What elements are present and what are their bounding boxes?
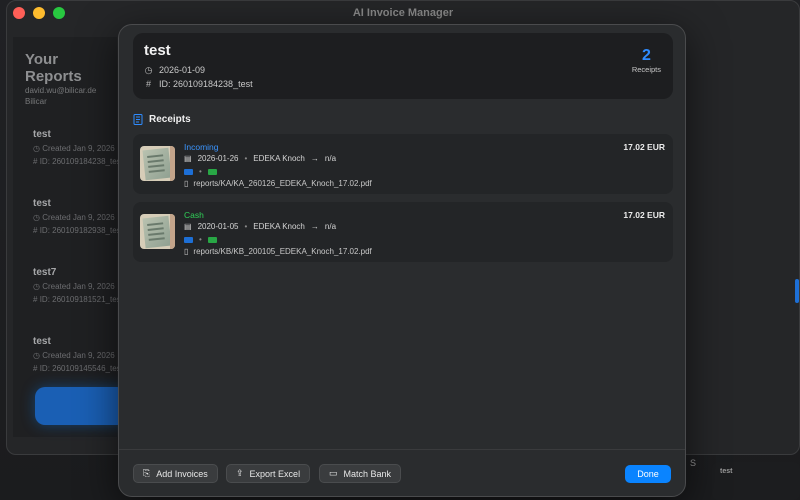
report-header: test ◷ 2026-01-09 # ID: 260109184238_tes…: [133, 33, 673, 99]
calendar-icon: ▤: [184, 222, 192, 231]
receipt-details: ▤ 2020-01-05 • EDEKA Knoch → n/a: [184, 222, 337, 231]
report-created: ◷ Created Jan 9, 2026: [33, 144, 115, 153]
sidebar-title: Your Reports: [25, 51, 82, 85]
report-id: # ID: 260109182938_test: [33, 226, 123, 235]
report-id: # ID: 260109184238_test: [145, 79, 253, 89]
clock-icon: ◷: [33, 351, 40, 360]
receipt-count-number: 2: [641, 47, 651, 64]
report-item[interactable]: test ◷ Created Jan 9, 2026 # ID: 2601091…: [33, 336, 123, 373]
background-accent: [795, 279, 799, 303]
cash-icon: [207, 236, 217, 243]
done-button[interactable]: Done: [625, 465, 671, 483]
report-name: test: [33, 198, 51, 209]
hash-icon: #: [145, 79, 151, 89]
cash-icon: [207, 168, 217, 175]
background-label: S: [690, 458, 697, 468]
card-icon: [184, 236, 193, 243]
document-icon: ▯: [184, 179, 189, 188]
receipt-thumbnail[interactable]: [140, 214, 175, 249]
add-invoices-button[interactable]: ⎘ Add Invoices: [133, 464, 218, 483]
arrow-right-icon: →: [310, 222, 319, 231]
receipt-amount: 17.02 EUR: [623, 142, 665, 152]
calendar-icon: ▤: [184, 154, 192, 163]
hash-icon: #: [33, 226, 38, 235]
report-item[interactable]: test ◷ Created Jan 9, 2026 # ID: 2601091…: [33, 129, 123, 166]
receipt-path: ▯ reports/KB/KB_200105_EDEKA_Knoch_17.02…: [184, 247, 372, 256]
sidebar-primary-button[interactable]: [35, 387, 127, 425]
background-card-title: test: [720, 468, 733, 475]
report-title: test: [144, 42, 171, 59]
share-icon: ⇪: [236, 468, 244, 478]
sidebar: Your Reports david.wu@bilicar.de Bilicar: [13, 37, 117, 437]
account-org: Bilicar: [25, 97, 47, 106]
clock-icon: ◷: [33, 282, 40, 291]
section-title: Receipts: [149, 114, 191, 125]
match-bank-button[interactable]: ▭ Match Bank: [319, 464, 402, 483]
account-email: david.wu@bilicar.de: [25, 86, 97, 95]
receipt-details: ▤ 2026-01-26 • EDEKA Knoch → n/a: [184, 154, 337, 163]
document-icon: ▯: [184, 247, 189, 256]
hash-icon: #: [33, 157, 38, 166]
report-detail-sheet: test ◷ 2026-01-09 # ID: 260109184238_tes…: [118, 24, 686, 497]
receipt-type: Incoming: [184, 142, 219, 152]
receipt-count-label: Receipts: [631, 65, 661, 74]
bank-card-icon: ▭: [329, 468, 338, 478]
export-excel-button[interactable]: ⇪ Export Excel: [226, 464, 311, 483]
window-title: AI Invoice Manager: [352, 7, 454, 19]
report-created: ◷ Created Jan 9, 2026: [33, 282, 115, 291]
report-created: ◷ Created Jan 9, 2026: [33, 351, 115, 360]
report-id: # ID: 260109184238_test: [33, 157, 123, 166]
desktop: AI Invoice Manager Your Reports david.wu…: [0, 0, 800, 500]
receipt-row[interactable]: Incoming ▤ 2026-01-26 • EDEKA Knoch → n/…: [133, 134, 673, 194]
report-id: # ID: 260109181521_test7: [33, 295, 123, 304]
receipt-type: Cash: [184, 210, 204, 220]
footer-divider: [119, 449, 685, 450]
receipt-count: 2 Receipts: [632, 47, 661, 74]
report-item[interactable]: test7 ◷ Created Jan 9, 2026 # ID: 260109…: [33, 267, 123, 304]
clock-icon: ◷: [33, 213, 40, 222]
receipt-amount: 17.02 EUR: [623, 210, 665, 220]
background-card: test: [712, 462, 800, 500]
report-name: test7: [33, 267, 57, 278]
add-doc-icon: ⎘: [143, 468, 151, 478]
report-created: ◷ Created Jan 9, 2026: [33, 213, 115, 222]
clock-icon: ◷: [144, 64, 153, 75]
receipt-row[interactable]: Cash ▤ 2020-01-05 • EDEKA Knoch → n/a • …: [133, 202, 673, 262]
clock-icon: ◷: [33, 144, 40, 153]
hash-icon: #: [33, 295, 38, 304]
titlebar: AI Invoice Manager: [7, 1, 799, 25]
report-name: test: [33, 336, 51, 347]
hash-icon: #: [33, 364, 38, 373]
report-id: # ID: 260109145546_test: [33, 364, 123, 373]
receipts-section-header: Receipts: [133, 114, 191, 125]
receipt-thumbnail[interactable]: [140, 146, 175, 181]
report-item[interactable]: test ◷ Created Jan 9, 2026 # ID: 2601091…: [33, 198, 123, 235]
card-icon: [184, 168, 193, 175]
receipt-badges: •: [184, 167, 217, 176]
report-date: ◷ 2026-01-09: [144, 64, 206, 76]
receipt-badges: •: [184, 235, 217, 244]
receipt-icon: [133, 114, 143, 125]
arrow-right-icon: →: [310, 154, 319, 163]
report-name: test: [33, 129, 51, 140]
receipt-path: ▯ reports/KA/KA_260126_EDEKA_Knoch_17.02…: [184, 179, 372, 188]
